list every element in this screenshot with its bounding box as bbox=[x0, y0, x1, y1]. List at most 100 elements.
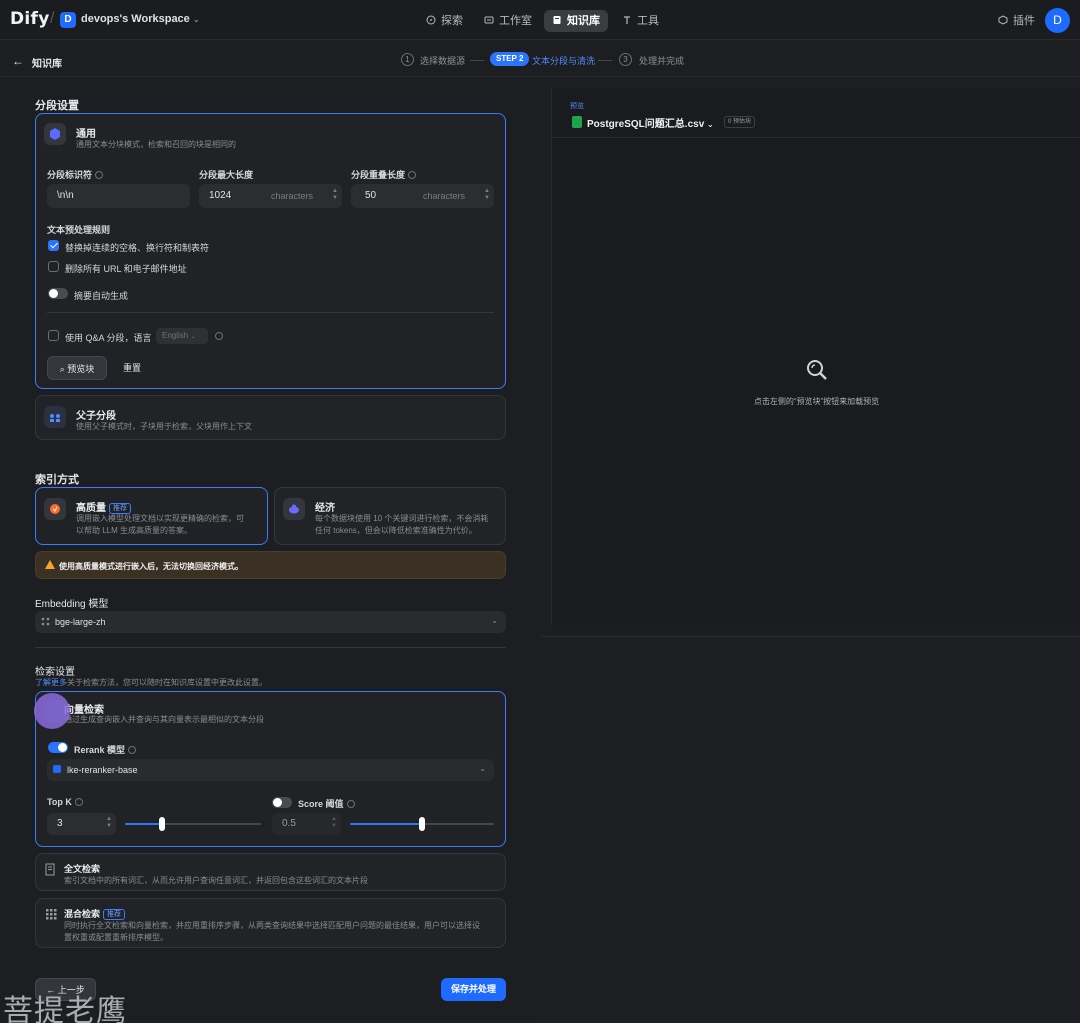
step-1-label: 选择数据源 bbox=[420, 56, 466, 66]
book-icon bbox=[553, 16, 561, 24]
rerank-toggle[interactable] bbox=[48, 742, 68, 753]
preview-chunk-button[interactable]: ⌕ 预览块 bbox=[47, 356, 107, 380]
replace-spaces-checkbox[interactable] bbox=[48, 240, 59, 251]
step-1-number: 1 bbox=[401, 53, 414, 66]
recommended-badge: 推荐 bbox=[103, 909, 126, 920]
economy-title: 经济 bbox=[315, 503, 335, 514]
index-method-title: 索引方式 bbox=[35, 474, 79, 486]
nav-studio[interactable]: 工作室 bbox=[476, 10, 540, 32]
remove-urls-checkbox[interactable] bbox=[48, 261, 59, 272]
hybrid-search-card[interactable]: 混合检索 推荐 同时执行全文检索和向量检索，并应用重排序步骤，从两类查询结果中选择… bbox=[35, 898, 506, 948]
topk-label: Top K bbox=[47, 797, 83, 807]
delimiter-label: 分段标识符 bbox=[47, 168, 104, 181]
high-quality-card[interactable]: 高质量 推荐 调用嵌入模型处理文档以实现更精确的检索，可 以帮助 LLM 生成高质量… bbox=[35, 487, 268, 545]
nav-knowledge[interactable]: 知识库 bbox=[544, 10, 608, 32]
score-threshold-input[interactable]: 0.5 ▲ ▼ bbox=[272, 813, 341, 835]
card-divider bbox=[47, 312, 494, 313]
auto-summary-toggle[interactable] bbox=[48, 288, 68, 299]
app-logo[interactable]: Dify bbox=[10, 9, 50, 29]
parent-child-desc: 使用父子模式时，子块用于检索，父块用作上下文 bbox=[76, 422, 252, 431]
learn-more-link[interactable]: 了解更多 bbox=[35, 678, 67, 687]
workspace-badge[interactable]: D bbox=[60, 12, 76, 28]
replace-spaces-label: 替换掉连续的空格、换行符和制表符 bbox=[65, 243, 210, 253]
mode-warning-banner: 使用高质量模式进行嵌入后，无法切换回经济模式。 bbox=[35, 551, 506, 579]
fulltext-search-desc: 索引文档中的所有词汇，从而允许用户查询任意词汇，并返回包含这些词汇的文本片段 bbox=[64, 876, 368, 885]
overlap-input[interactable]: 50 characters ▲ ▼ bbox=[351, 184, 494, 208]
workspace-switcher[interactable]: devops's Workspace ⌄ bbox=[81, 13, 200, 25]
csv-file-icon bbox=[572, 116, 582, 128]
preview-file-select[interactable]: PostgreSQL问题汇总.csv ⌄ bbox=[587, 115, 714, 130]
step-header: ← 知识库 1 选择数据源 STEP 2 文本分段与清洗 3 处理并完成 bbox=[0, 41, 1080, 77]
general-title: 通用 bbox=[76, 129, 96, 140]
chevron-down-icon: ⌄ bbox=[707, 120, 714, 129]
auto-summary-label: 摘要自动生成 bbox=[74, 291, 129, 301]
model-provider-icon bbox=[53, 765, 61, 773]
model-provider-icon bbox=[41, 617, 50, 626]
workspace-name: devops's Workspace bbox=[81, 13, 190, 25]
back-arrow-icon[interactable]: ← bbox=[12, 54, 24, 68]
stepper-arrows-icon[interactable]: ▲ ▼ bbox=[106, 816, 112, 830]
embedding-model-select[interactable]: bge-large-zh ⌄ bbox=[35, 611, 506, 633]
parent-child-title: 父子分段 bbox=[76, 411, 116, 422]
retrieval-settings-title: 检索设置 bbox=[35, 667, 75, 678]
help-icon bbox=[95, 171, 104, 179]
cursor-highlight bbox=[34, 693, 70, 729]
document-search-icon bbox=[45, 863, 55, 876]
economy-card[interactable]: 经济 每个数据块使用 10 个关键词进行检索，不会消耗 任何 tokens，但会以… bbox=[274, 487, 506, 545]
delimiter-input[interactable]: \n\n bbox=[47, 184, 190, 208]
compass-icon bbox=[426, 15, 436, 25]
save-and-process-button[interactable]: 保存并处理 bbox=[441, 978, 506, 1001]
general-desc: 通用文本分块模式，检索和召回的块是相同的 bbox=[76, 140, 236, 149]
topk-input[interactable]: 3 ▲ ▼ bbox=[47, 813, 116, 835]
score-slider-thumb[interactable] bbox=[419, 817, 425, 831]
nav-tools[interactable]: 工具 bbox=[614, 10, 667, 32]
high-quality-desc: 调用嵌入模型处理文档以实现更精确的检索，可 以帮助 LLM 生成高质量的答案。 bbox=[76, 514, 244, 535]
max-length-input[interactable]: 1024 characters ▲ ▼ bbox=[199, 184, 342, 208]
qa-language-select[interactable]: English ⌄ bbox=[156, 328, 208, 344]
help-icon bbox=[408, 171, 417, 179]
topk-slider-thumb[interactable] bbox=[158, 817, 165, 831]
stepper-arrows-icon[interactable]: ▲ ▼ bbox=[484, 188, 490, 202]
cube-icon bbox=[998, 15, 1008, 25]
parent-child-card[interactable]: 父子分段 使用父子模式时，子块用于检索，父块用作上下文 bbox=[35, 395, 506, 440]
hybrid-search-title: 混合检索 推荐 bbox=[64, 907, 126, 920]
fulltext-search-card[interactable]: 全文检索 索引文档中的所有词汇，从而允许用户查询任意词汇，并返回包含这些词汇的文… bbox=[35, 853, 506, 891]
score-threshold-toggle[interactable] bbox=[272, 797, 292, 808]
breadcrumb-separator: / bbox=[50, 10, 55, 27]
studio-icon bbox=[484, 16, 494, 24]
section-divider bbox=[35, 647, 506, 648]
preview-panel: 预览 PostgreSQL问题汇总.csv ⌄ 0 预估块 点击左侧的“预览块”… bbox=[551, 88, 1080, 625]
embedding-model-title: Embedding 模型 bbox=[35, 599, 109, 610]
step-connector bbox=[598, 60, 612, 61]
chevron-down-icon: ⌄ bbox=[479, 764, 486, 773]
remove-urls-label: 删除所有 URL 和电子邮件地址 bbox=[65, 264, 187, 274]
rerank-model-select[interactable]: lke-reranker-base ⌄ bbox=[47, 759, 494, 781]
score-slider-fill bbox=[350, 823, 422, 825]
stepper-arrows-icon[interactable]: ▲ ▼ bbox=[331, 816, 337, 830]
step-2-pill: STEP 2 bbox=[490, 52, 530, 66]
chevron-down-icon: ⌄ bbox=[491, 616, 498, 625]
stepper-arrows-icon[interactable]: ▲ ▼ bbox=[332, 188, 338, 202]
qa-segment-checkbox[interactable] bbox=[48, 330, 59, 341]
nav-explore[interactable]: 探索 bbox=[418, 10, 471, 32]
general-chunk-card[interactable]: 通用 通用文本分块模式，检索和召回的块是相同的 分段标识符 \n\n 分段最大长… bbox=[35, 113, 506, 389]
segment-settings-title: 分段设置 bbox=[35, 100, 79, 112]
user-avatar[interactable]: D bbox=[1045, 8, 1070, 33]
preview-panel-lower bbox=[541, 636, 1080, 1023]
chevron-down-icon: ⌄ bbox=[192, 15, 200, 24]
step-connector bbox=[470, 60, 484, 61]
preprocess-rules-title: 文本预处理规则 bbox=[47, 225, 111, 235]
vector-search-card[interactable]: 向量检索 通过生成查询嵌入并查询与其向量表示最相似的文本分段 Rerank 模型… bbox=[35, 691, 506, 847]
tool-icon bbox=[624, 16, 630, 24]
rerank-label: Rerank 模型 bbox=[74, 743, 137, 756]
score-threshold-label: Score 阈值 bbox=[298, 797, 355, 810]
chunk-count-badge: 0 预估块 bbox=[724, 116, 756, 128]
search-magnifier-icon bbox=[807, 360, 827, 380]
back-to-knowledge[interactable]: 知识库 bbox=[32, 55, 62, 70]
reset-button[interactable]: 重置 bbox=[114, 356, 150, 380]
step-3-label: 处理并完成 bbox=[639, 56, 685, 66]
plugins-button[interactable]: 插件 bbox=[990, 10, 1043, 32]
warning-icon bbox=[45, 560, 55, 569]
top-navbar: Dify / D devops's Workspace ⌄ 探索 工作室 知识库… bbox=[0, 0, 1080, 40]
search-icon: ⌕ bbox=[59, 364, 65, 374]
